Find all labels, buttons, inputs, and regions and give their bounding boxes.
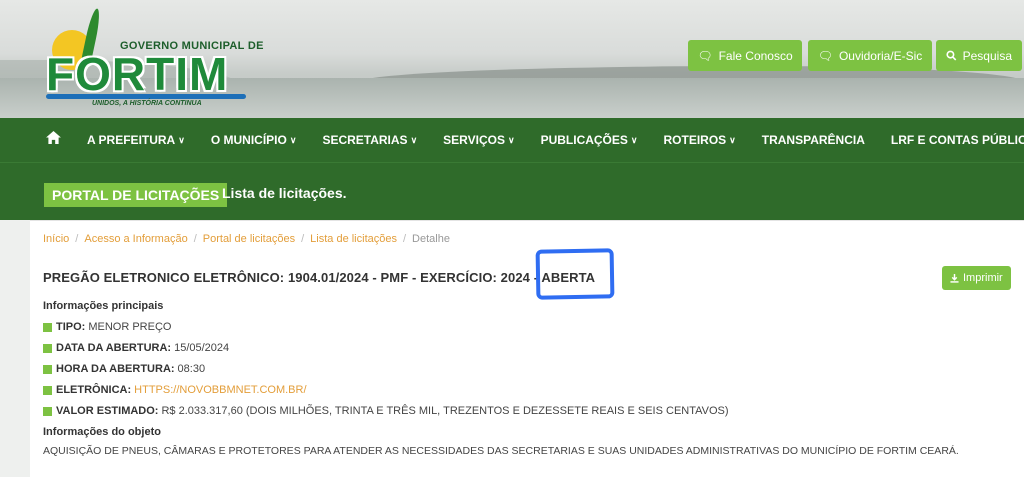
breadcrumb-acesso-informacao[interactable]: Acesso a Informação xyxy=(84,233,187,245)
square-bullet-icon xyxy=(43,322,52,332)
eletronica-link[interactable]: HTTPS://NOVOBBMNET.COM.BR/ xyxy=(134,384,306,396)
object-info-heading: Informações do objeto xyxy=(43,426,161,438)
chevron-down-icon: ∨ xyxy=(289,134,297,145)
main-nav: A PREFEITURA ∨ O MUNICÍPIO ∨ SECRETARIAS ∨ … xyxy=(0,118,1024,162)
pesquisa-button[interactable]: Pesquisa xyxy=(936,40,1022,71)
nav-item-servicos[interactable]: SERVIÇOS ∨ xyxy=(443,133,514,147)
page-title: PREGÃO ELETRONICO ELETRÔNICO: 1904.01/20… xyxy=(43,270,596,285)
breadcrumb-separator: / xyxy=(193,233,197,245)
info-value: 08:30 xyxy=(177,363,206,375)
main-info-heading: Informações principais xyxy=(43,300,164,312)
info-value: R$ 2.033.317,60 (DOIS MILHÕES, TRINTA E … xyxy=(161,405,729,417)
detail-card: Início / Acesso a Informação / Portal de… xyxy=(30,220,1024,477)
info-row-valor-estimado: VALOR ESTIMADO: R$ 2.033.317,60 (DOIS MI… xyxy=(43,405,729,417)
page-subtitle: Lista de licitações. xyxy=(222,185,347,201)
breadcrumb-separator: / xyxy=(75,233,79,245)
nav-item-secretarias[interactable]: SECRETARIAS ∨ xyxy=(322,133,417,147)
breadcrumb-portal-licitacoes[interactable]: Portal de licitações xyxy=(203,233,295,245)
nav-item-municipio[interactable]: O MUNICÍPIO ∨ xyxy=(211,133,297,147)
logo-tagline: UNIDOS, A HISTÓRIA CONTINUA xyxy=(92,100,202,107)
info-row-tipo: TIPO: MENOR PREÇO xyxy=(43,321,171,333)
site-logo[interactable]: GOVERNO MUNICIPAL DE FORTIM UNIDOS, A HI… xyxy=(40,6,263,111)
home-icon[interactable] xyxy=(46,131,61,149)
fale-conosco-button[interactable]: 🗨 Fale Conosco xyxy=(688,40,802,71)
chevron-down-icon: ∨ xyxy=(630,134,638,145)
print-button[interactable]: Imprimir xyxy=(942,266,1011,290)
info-value: MENOR PREÇO xyxy=(88,321,172,333)
info-row-data-abertura: DATA DA ABERTURA: 15/05/2024 xyxy=(43,342,229,354)
breadcrumb: Início / Acesso a Informação / Portal de… xyxy=(43,233,450,245)
download-icon xyxy=(950,273,959,283)
search-icon xyxy=(946,50,957,61)
ouvidoria-button[interactable]: 🗨 Ouvidoria/E-Sic xyxy=(808,40,932,71)
nav-item-roteiros[interactable]: ROTEIROS ∨ xyxy=(664,133,736,147)
chevron-down-icon: ∨ xyxy=(507,134,515,145)
info-value: 15/05/2024 xyxy=(174,342,230,354)
logo-name: FORTIM xyxy=(46,48,229,100)
nav-item-transparencia[interactable]: TRANSPARÊNCIA xyxy=(762,133,865,147)
square-bullet-icon xyxy=(43,364,52,374)
square-bullet-icon xyxy=(43,343,52,353)
page-banner: PORTAL DE LICITAÇÕES Lista de licitações… xyxy=(0,162,1024,220)
logo-wave-icon xyxy=(46,94,246,99)
chevron-down-icon: ∨ xyxy=(729,134,736,145)
chat-icon: 🗨 xyxy=(697,48,713,63)
info-row-eletronica: ELETRÔNICA: HTTPS://NOVOBBMNET.COM.BR/ xyxy=(43,384,307,396)
nav-item-prefeitura[interactable]: A PREFEITURA ∨ xyxy=(87,133,185,147)
breadcrumb-detalhe: Detalhe xyxy=(412,233,450,245)
square-bullet-icon xyxy=(43,385,52,395)
square-bullet-icon xyxy=(43,406,52,416)
nav-item-lrf[interactable]: LRF E CONTAS PÚBLICAS∨ xyxy=(891,133,1024,147)
object-description: AQUISIÇÃO DE PNEUS, CÂMARAS E PROTETORES… xyxy=(43,445,959,457)
info-row-hora-abertura: HORA DA ABERTURA: 08:30 xyxy=(43,363,205,375)
chevron-down-icon: ∨ xyxy=(178,134,185,145)
chat-icon: 🗨 xyxy=(817,48,833,63)
breadcrumb-lista-licitacoes[interactable]: Lista de licitações xyxy=(310,233,397,245)
breadcrumb-separator: / xyxy=(301,233,305,245)
portal-badge: PORTAL DE LICITAÇÕES xyxy=(44,183,228,207)
chevron-down-icon: ∨ xyxy=(410,134,418,145)
annotation-highlight-box xyxy=(535,248,615,300)
breadcrumb-inicio[interactable]: Início xyxy=(43,233,69,245)
site-header: GOVERNO MUNICIPAL DE FORTIM UNIDOS, A HI… xyxy=(0,0,1024,118)
nav-item-publicacoes[interactable]: PUBLICAÇÕES ∨ xyxy=(541,133,638,147)
breadcrumb-separator: / xyxy=(402,233,407,245)
